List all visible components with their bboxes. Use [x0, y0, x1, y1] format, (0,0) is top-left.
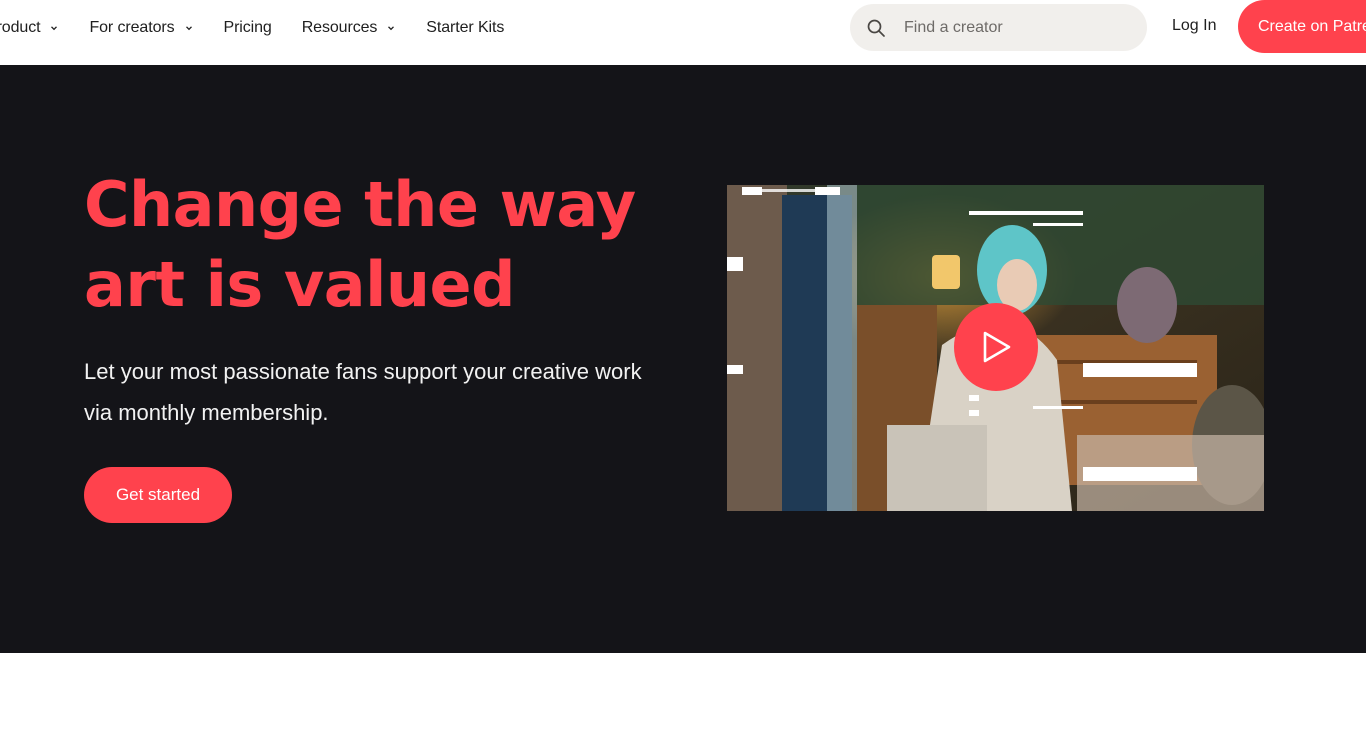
nav-item-label: Starter Kits [426, 19, 505, 36]
play-button[interactable] [954, 303, 1038, 391]
nav-item-resources[interactable]: Resources [302, 19, 397, 37]
hero-headline: Change the way art is valued [84, 168, 636, 321]
hero-subtext: Let your most passionate fans support yo… [84, 359, 642, 425]
creator-search[interactable] [850, 4, 1147, 51]
nav-item-product[interactable]: Product [0, 19, 59, 37]
chevron-down-icon [184, 23, 194, 33]
nav-item-label: Pricing [223, 19, 272, 36]
chevron-down-icon [49, 23, 59, 33]
below-hero-section [0, 653, 1366, 738]
nav-item-starter-kits[interactable]: Starter Kits [426, 19, 504, 37]
create-on-patreon-button[interactable]: Create on Patreon [1238, 0, 1366, 53]
nav-item-label: Product [0, 19, 41, 36]
play-icon [979, 330, 1013, 364]
nav-item-label: Resources [301, 19, 378, 36]
nav-item-label: For creators [89, 19, 175, 36]
login-link[interactable]: Log In [1172, 17, 1216, 35]
chevron-down-icon [386, 23, 396, 33]
get-started-button[interactable]: Get started [84, 467, 232, 523]
top-navigation: Product For creators Pricing Resources [0, 0, 1366, 64]
search-icon [866, 18, 886, 38]
primary-nav: Product For creators Pricing Resources [0, 0, 534, 56]
hero-section: Change the way art is valued Let your mo… [0, 65, 1366, 653]
hero-video[interactable] [727, 185, 1264, 511]
nav-item-for-creators[interactable]: For creators [89, 19, 193, 37]
nav-item-pricing[interactable]: Pricing [224, 19, 272, 37]
search-input[interactable] [902, 17, 1122, 38]
